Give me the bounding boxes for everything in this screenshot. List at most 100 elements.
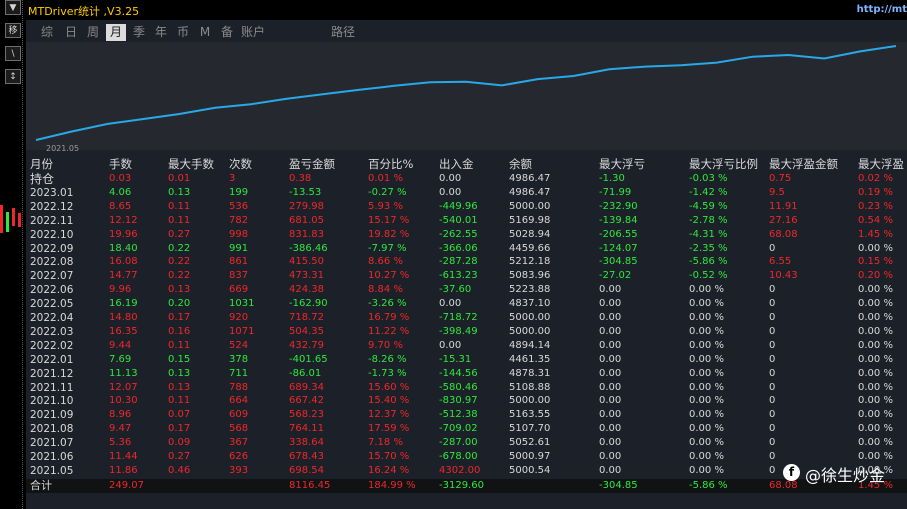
table-cell: 0.15 <box>168 353 191 365</box>
table-row[interactable]: 2021.11 12.07 0.13 788 689.34 15.60 % -580.46 5… <box>26 381 907 395</box>
table-cell: -386.46 <box>289 242 328 254</box>
tab-7[interactable]: M <box>196 24 214 41</box>
table-cell: 4459.66 <box>509 242 551 254</box>
table-row[interactable]: 2022.06 9.96 0.13 669 424.38 8.84 % -37.60 5223… <box>26 283 907 297</box>
table-row[interactable]: 2022.04 14.80 0.17 920 718.72 16.79 % -718.72 5… <box>26 311 907 325</box>
tab-0[interactable]: 综 <box>38 24 56 41</box>
table-cell: 4878.31 <box>509 367 551 379</box>
tab-1[interactable]: 日 <box>62 24 80 41</box>
tab-4[interactable]: 季 <box>130 24 148 41</box>
table-cell: 4461.35 <box>509 353 551 365</box>
table-cell: 568.23 <box>289 409 324 421</box>
table-cell: 0.00 % <box>689 381 724 393</box>
table-cell: -15.31 <box>439 353 472 365</box>
column-header[interactable]: 月份 <box>30 157 53 171</box>
tab-5[interactable]: 年 <box>152 24 170 41</box>
table-cell: -124.07 <box>599 242 638 254</box>
table-row[interactable]: 2021.12 11.13 0.13 711 -86.01 -1.73 % -144.56 4… <box>26 367 907 381</box>
table-cell: 536 <box>229 200 249 212</box>
table-cell: 6.55 <box>769 256 792 268</box>
table-row[interactable]: 2021.08 9.47 0.17 568 764.11 17.59 % -709.02 51… <box>26 422 907 436</box>
table-cell: 5083.96 <box>509 270 551 282</box>
table-row[interactable]: 2022.01 7.69 0.15 378 -401.65 -8.26 % -15.31 44… <box>26 353 907 367</box>
sidebar-button-dropdown[interactable]: ▼ <box>5 0 21 15</box>
table-cell: 5163.55 <box>509 409 551 421</box>
column-header[interactable]: 最大手数 <box>168 157 214 171</box>
table-cell: 0.00 % <box>858 409 893 421</box>
table-cell: -86.01 <box>289 367 322 379</box>
column-header[interactable]: 最大浮亏 <box>599 157 645 171</box>
table-cell: 0.00 % <box>689 312 724 323</box>
column-header[interactable]: 余额 <box>509 157 532 171</box>
column-header[interactable]: 百分比% <box>368 157 413 171</box>
row-month: 2021.05 <box>30 464 74 477</box>
column-header[interactable]: 盈亏金额 <box>289 157 335 171</box>
url-link[interactable]: http://mt <box>857 4 907 15</box>
column-header[interactable]: 最大浮亏比例 <box>689 157 758 171</box>
total-cell: 68.08 <box>769 479 798 491</box>
table-cell: -366.06 <box>439 242 478 254</box>
table-cell: -304.85 <box>599 256 638 268</box>
tab-2[interactable]: 周 <box>84 24 102 41</box>
table-cell: 0 <box>769 451 776 462</box>
table-cell: 0 <box>769 395 776 407</box>
tab-3[interactable]: 月 <box>106 24 126 41</box>
table-row[interactable]: 2021.09 8.96 0.07 609 568.23 12.37 % -512.38 51… <box>26 408 907 422</box>
table-cell: 920 <box>229 312 249 323</box>
table-cell: 0.00 <box>599 437 622 449</box>
table-row[interactable]: 2021.07 5.36 0.09 367 338.64 7.18 % -287.00 505… <box>26 436 907 450</box>
column-header[interactable]: 次数 <box>229 157 252 171</box>
table-cell: -8.26 % <box>368 353 407 365</box>
total-row[interactable]: 合计 249.07 8116.45 184.99 % -3129.60 -304.85 -5… <box>26 478 907 493</box>
table-row[interactable]: 2022.03 16.35 0.16 1071 504.35 11.22 % -398.49… <box>26 325 907 339</box>
column-header[interactable]: 最大浮盈金额 <box>769 157 838 171</box>
row-month: 2021.12 <box>30 367 74 380</box>
table-row[interactable]: 2023.01 4.06 0.13 199 -13.53 -0.27 % 0.00 4986.… <box>26 186 907 200</box>
table-row[interactable]: 2022.10 19.96 0.27 998 831.83 19.82 % -262.55 5… <box>26 228 907 242</box>
resize-icon: ↕ <box>9 72 17 82</box>
row-month: 2022.10 <box>30 228 74 241</box>
column-header[interactable]: 手数 <box>109 157 132 171</box>
table-cell: 0.15 % <box>858 256 893 268</box>
table-cell: 424.38 <box>289 284 324 296</box>
table-cell: 0 <box>769 367 776 379</box>
table-cell: 0.00 <box>599 395 622 407</box>
table-row[interactable]: 2022.09 18.40 0.22 991 -386.46 -7.97 % -366.06… <box>26 242 907 256</box>
table-cell: 18.40 <box>109 242 138 254</box>
table-row[interactable]: 2021.10 10.30 0.11 664 667.42 15.40 % -830.97 5… <box>26 394 907 408</box>
tab-9[interactable]: 账户 <box>238 24 268 41</box>
table-cell: 12.37 % <box>368 409 410 421</box>
sidebar-button-move[interactable]: 移 <box>5 23 21 38</box>
table-cell: -2.78 % <box>689 214 728 226</box>
total-cell: 249.07 <box>109 479 144 491</box>
table-row[interactable]: 2021.06 11.44 0.27 626 678.43 15.70 % -678.00 5… <box>26 450 907 464</box>
table-row[interactable]: 2022.07 14.77 0.22 837 473.31 10.27 % -613.23 5… <box>26 269 907 283</box>
table-row[interactable]: 2022.08 16.08 0.22 861 415.50 8.66 % -287.28 52… <box>26 255 907 269</box>
row-month: 2021.11 <box>30 381 74 394</box>
price-candle <box>18 213 21 227</box>
table-cell: 19.96 <box>109 228 138 240</box>
table-row[interactable]: 2021.05 11.86 0.46 393 698.54 16.24 % 4302.00 5… <box>26 464 907 478</box>
table-row[interactable]: 2022.12 8.65 0.11 536 279.98 5.93 % -449.96 500… <box>26 200 907 214</box>
table-cell: 5000.00 <box>509 200 551 212</box>
table-row[interactable]: 2022.02 9.44 0.11 524 432.79 9.70 % 0.00 4894.1… <box>26 339 907 353</box>
table-cell: 0.00 <box>599 381 622 393</box>
table-cell: 473.31 <box>289 270 324 282</box>
table-cell: 0.00 <box>599 312 622 323</box>
tab-6[interactable]: 币 <box>174 24 192 41</box>
row-month: 2022.07 <box>30 270 74 283</box>
column-header[interactable]: 最大浮盈 <box>858 157 904 171</box>
tab-8[interactable]: 备 <box>218 24 236 41</box>
table-row[interactable]: 2022.11 12.12 0.11 782 681.05 15.17 % -540.01 5… <box>26 214 907 228</box>
table-cell: 0.00 % <box>858 242 893 254</box>
table-row[interactable]: 持仓 0.03 0.01 3 0.38 0.01 % 0.00 4986.47 -1.30 -0.… <box>26 172 907 186</box>
sidebar-button-resize[interactable]: ↕ <box>5 69 21 84</box>
table-cell: 0.00 <box>599 325 622 337</box>
sidebar-button-line[interactable]: \ <box>5 46 21 61</box>
table-cell: 609 <box>229 409 249 421</box>
column-header[interactable]: 出入金 <box>439 157 474 171</box>
table-cell: 0.11 <box>168 339 191 351</box>
table-cell: 0.00 <box>599 409 622 421</box>
tab-10[interactable]: 路径 <box>328 24 358 41</box>
table-row[interactable]: 2022.05 16.19 0.20 1031 -162.90 -3.26 % 0.00 48… <box>26 297 907 311</box>
